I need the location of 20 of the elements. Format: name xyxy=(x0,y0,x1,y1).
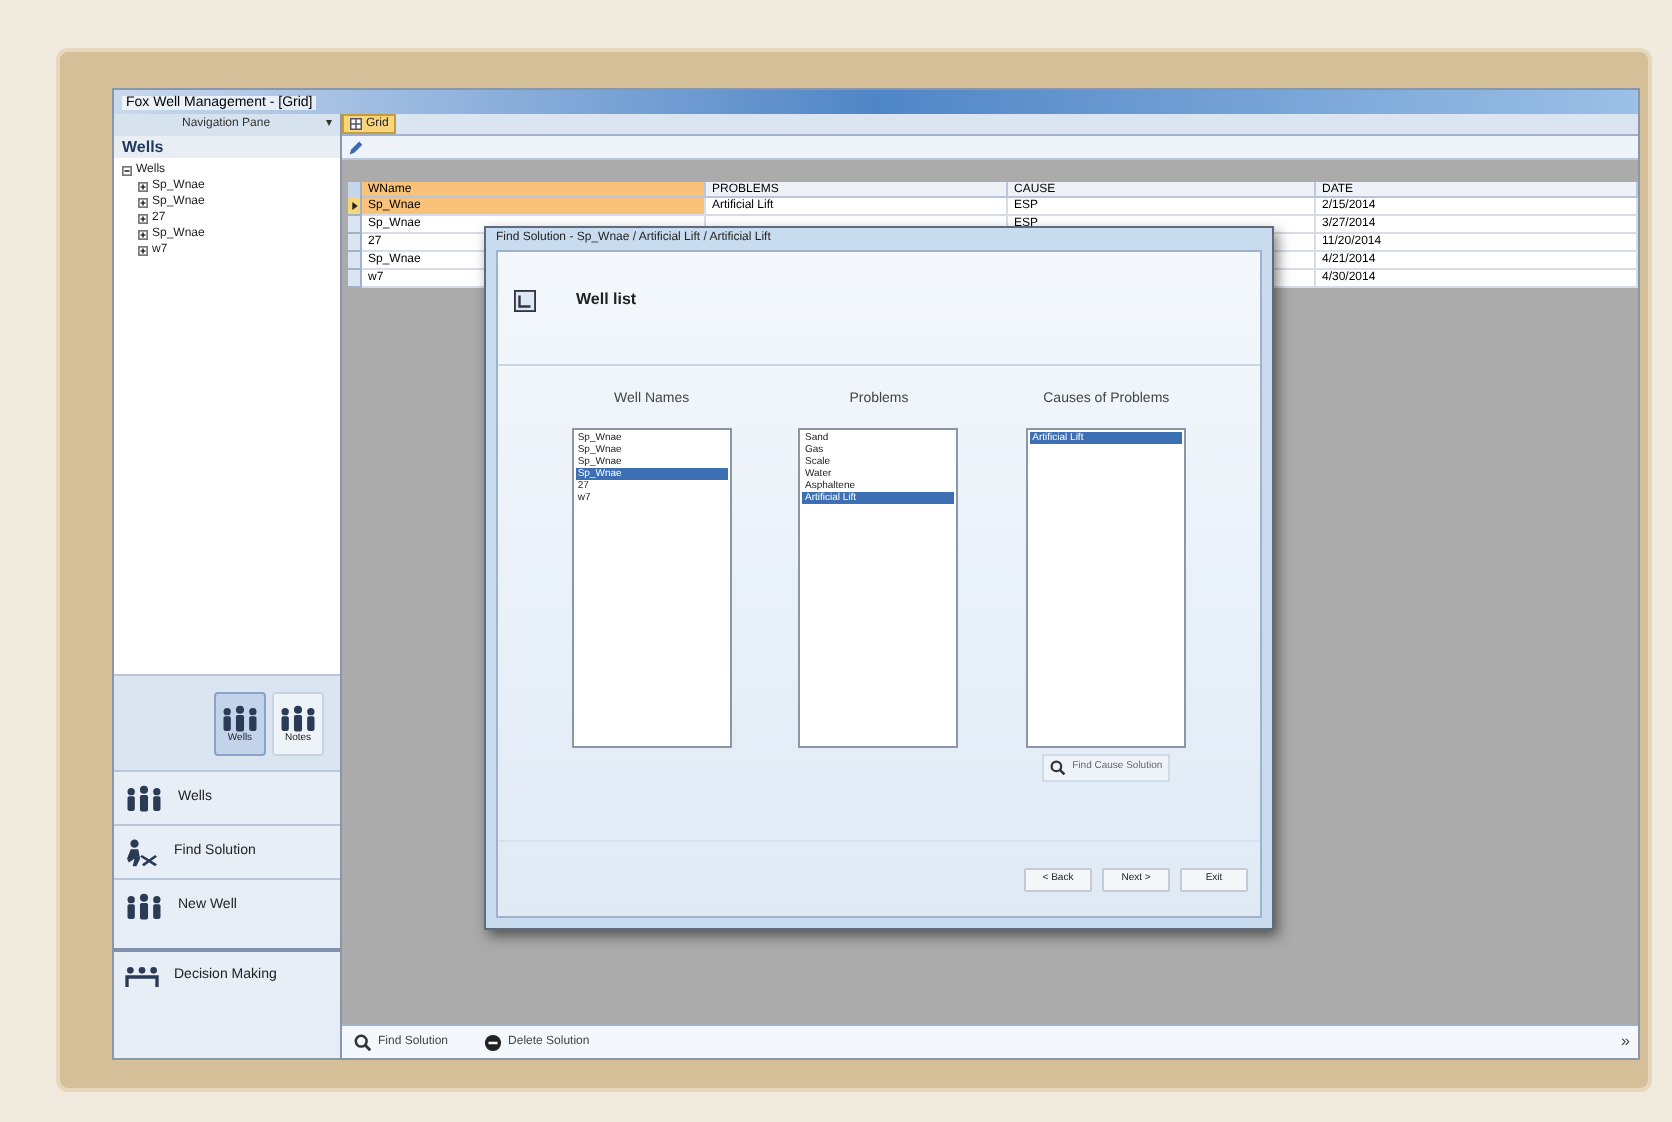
grid-icon xyxy=(350,118,362,130)
expand-icon[interactable] xyxy=(138,213,148,223)
search-icon xyxy=(354,1033,372,1051)
collapse-icon[interactable] xyxy=(122,165,132,175)
people-icon xyxy=(218,703,262,733)
person-tools-icon xyxy=(122,837,162,867)
current-row-icon xyxy=(351,202,357,210)
row-header[interactable] xyxy=(348,198,362,216)
overflow-button[interactable]: » xyxy=(1621,1030,1630,1054)
delete-icon xyxy=(484,1033,503,1051)
expand-icon[interactable] xyxy=(138,181,148,191)
expand-icon[interactable] xyxy=(138,197,148,207)
people-icon xyxy=(122,891,166,921)
people-icon xyxy=(276,703,320,733)
people-icon xyxy=(122,783,166,813)
people-meeting-icon xyxy=(122,962,162,992)
expand-icon[interactable] xyxy=(138,245,148,255)
search-icon xyxy=(1050,759,1067,775)
expand-icon[interactable] xyxy=(138,229,148,239)
dialog-heading: Well list xyxy=(576,288,637,312)
